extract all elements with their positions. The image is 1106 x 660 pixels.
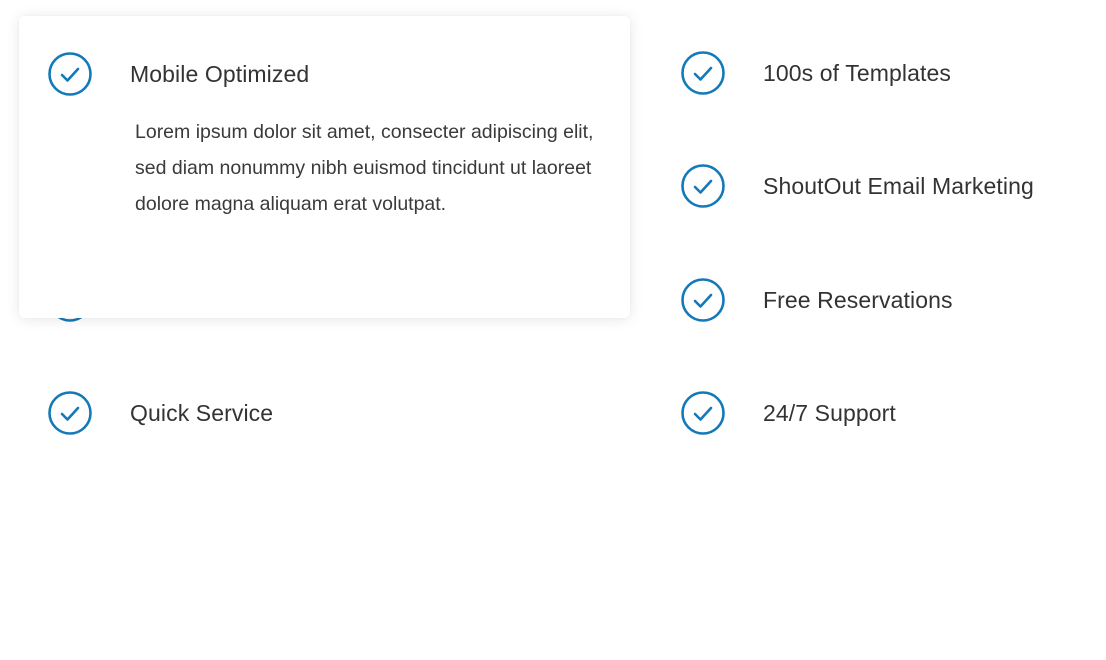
feature-item-reservations[interactable]: Free Reservations — [681, 278, 953, 322]
feature-item-mobile-optimized: Mobile Optimized — [48, 52, 309, 96]
feature-label: 100s of Templates — [763, 60, 951, 86]
check-circle-icon — [681, 164, 725, 208]
check-circle-icon — [681, 278, 725, 322]
feature-label: ShoutOut Email Marketing — [763, 173, 1034, 199]
feature-title: Mobile Optimized — [130, 61, 310, 87]
feature-label: 24/7 Support — [763, 400, 896, 426]
feature-label: Free Reservations — [763, 287, 953, 313]
feature-item-email-marketing[interactable]: ShoutOut Email Marketing — [681, 164, 1034, 208]
feature-item-quick-service[interactable]: Quick Service — [48, 391, 273, 435]
feature-item-support[interactable]: 24/7 Support — [681, 391, 896, 435]
check-circle-icon — [48, 52, 92, 96]
feature-description: Lorem ipsum dolor sit amet, consecter ad… — [135, 121, 594, 215]
feature-label: Quick Service — [130, 400, 274, 426]
check-circle-icon — [681, 391, 725, 435]
feature-item-templates[interactable]: 100s of Templates — [681, 51, 951, 95]
feature-card[interactable]: Mobile Optimized Lorem ipsum dolor sit a… — [19, 16, 630, 318]
check-circle-icon — [681, 51, 725, 95]
check-circle-icon — [48, 391, 92, 435]
